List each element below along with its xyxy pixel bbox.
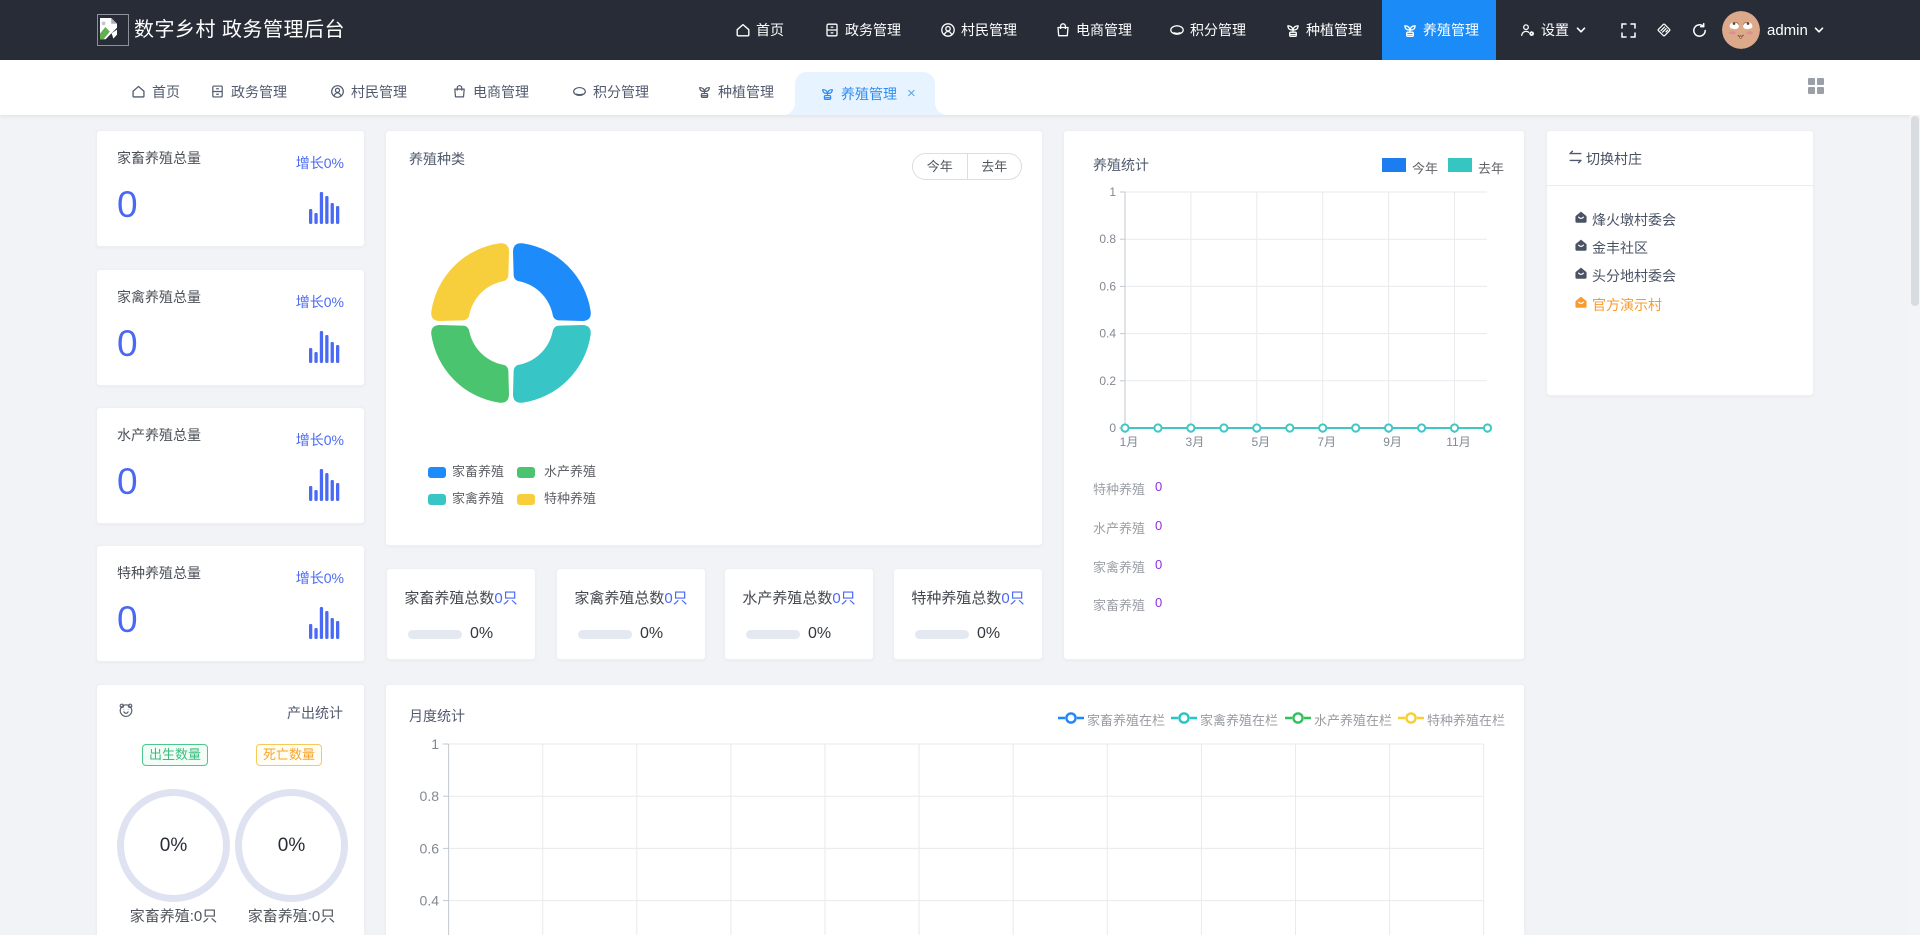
svg-text:0.4: 0.4 — [1099, 327, 1116, 341]
svg-text:3月: 3月 — [1186, 435, 1205, 449]
svg-text:0.2: 0.2 — [1099, 374, 1116, 388]
svg-text:0.8: 0.8 — [1099, 232, 1116, 246]
svg-text:0: 0 — [1109, 421, 1116, 435]
svg-text:0.6: 0.6 — [420, 840, 440, 856]
svg-text:1月: 1月 — [1120, 435, 1139, 449]
svg-text:0.4: 0.4 — [420, 893, 440, 909]
svg-text:11月: 11月 — [1446, 435, 1470, 449]
svg-text:9月: 9月 — [1383, 435, 1402, 449]
svg-text:1: 1 — [1109, 185, 1116, 199]
svg-text:7月: 7月 — [1317, 435, 1336, 449]
svg-text:0.6: 0.6 — [1099, 279, 1116, 293]
svg-text:1: 1 — [431, 736, 439, 752]
svg-text:5月: 5月 — [1251, 435, 1270, 449]
svg-text:0.8: 0.8 — [420, 788, 440, 804]
